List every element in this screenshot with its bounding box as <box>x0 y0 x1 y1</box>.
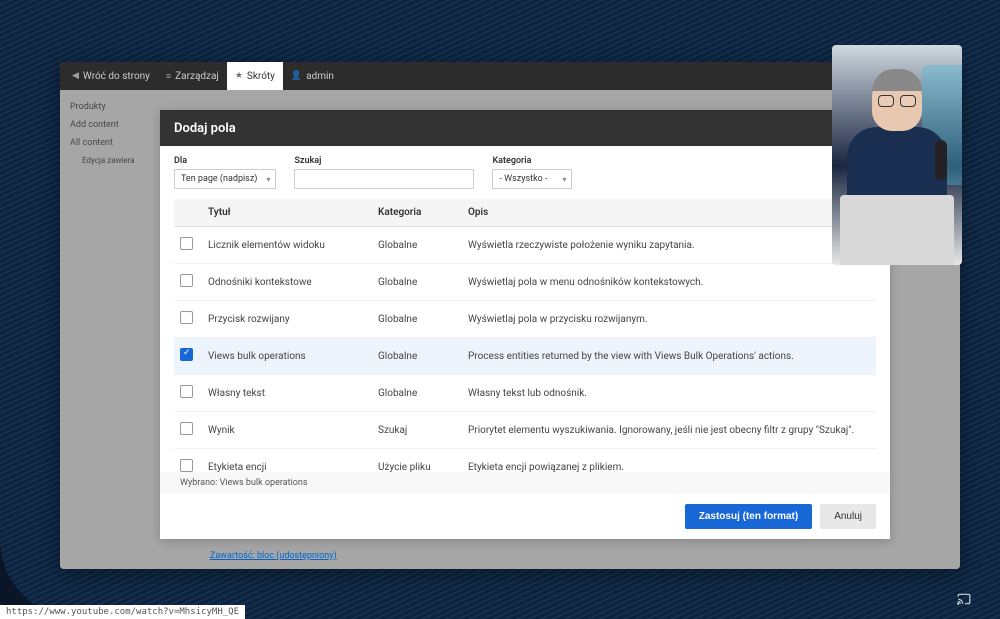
row-title: Odnośniki kontekstowe <box>202 264 372 301</box>
header-desc: Opis <box>462 199 876 227</box>
row-desc: Wyświetlaj pola w menu odnośników kontek… <box>462 264 876 301</box>
row-title: Własny tekst <box>202 375 372 412</box>
toolbar-manage[interactable]: ≡ Zarządzaj <box>158 62 227 90</box>
presenter-hair <box>872 69 922 91</box>
modal-header: Dodaj pola × <box>160 110 890 146</box>
row-desc: Priorytet elementu wyszukiwania. Ignorow… <box>462 412 876 449</box>
row-checkbox[interactable] <box>180 459 193 472</box>
row-checkbox[interactable] <box>180 237 193 250</box>
cancel-button[interactable]: Anuluj <box>820 504 876 529</box>
toolbar-user[interactable]: 👤 admin <box>283 62 342 90</box>
filter-category-select[interactable]: - Wszystko - <box>492 169 572 189</box>
row-category: Szukaj <box>372 412 462 449</box>
row-title: Etykieta encji <box>202 449 372 473</box>
presenter-webcam <box>832 45 962 265</box>
row-category: Globalne <box>372 227 462 264</box>
laptop-back <box>840 195 954 265</box>
filter-for-select[interactable]: Ten page (nadpisz) <box>174 169 276 189</box>
admin-body: Produkty Add content All content Edycja … <box>60 90 960 569</box>
microphone-icon <box>935 140 947 180</box>
browser-window: ◀ Wróć do strony ≡ Zarządzaj ★ Skróty 👤 … <box>60 62 960 569</box>
row-checkbox[interactable] <box>180 385 193 398</box>
row-title: Views bulk operations <box>202 338 372 375</box>
row-checkbox[interactable] <box>180 274 193 287</box>
toolbar-manage-label: Zarządzaj <box>175 71 219 82</box>
row-category: Globalne <box>372 301 462 338</box>
add-fields-modal: Dodaj pola × Dla Ten page (nadpisz) Szuk… <box>160 110 890 539</box>
row-desc: Wyświetlaj pola w przycisku rozwijanym. <box>462 301 876 338</box>
content-link[interactable]: Zawartość: bloc (udostępniony) <box>210 551 337 561</box>
modal-filters: Dla Ten page (nadpisz) Szukaj Kategoria … <box>160 146 890 199</box>
row-desc: Wyświetla rzeczywiste położenie wyniku z… <box>462 227 876 264</box>
status-url: https://www.youtube.com/watch?v=MhsicyMH… <box>0 605 245 619</box>
fields-table-wrap: Tytuł Kategoria Opis Licznik elementów w… <box>160 199 890 472</box>
toolbar-shortcuts[interactable]: ★ Skróty <box>227 62 283 90</box>
table-row[interactable]: Odnośniki kontekstowe Globalne Wyświetla… <box>174 264 876 301</box>
row-desc: Własny tekst lub odnośnik. <box>462 375 876 412</box>
filter-search-label: Szukaj <box>294 156 474 166</box>
back-icon: ◀ <box>72 71 79 81</box>
row-title: Licznik elementów widoku <box>202 227 372 264</box>
toolbar-back[interactable]: ◀ Wróć do strony <box>64 62 158 90</box>
admin-toolbar: ◀ Wróć do strony ≡ Zarządzaj ★ Skróty 👤 … <box>60 62 960 90</box>
selected-summary: Wybrano: Views bulk operations <box>160 472 890 494</box>
presenter-head <box>872 73 922 131</box>
table-row[interactable]: Własny tekst Globalne Własny tekst lub o… <box>174 375 876 412</box>
table-row[interactable]: Wynik Szukaj Priorytet elementu wyszukiw… <box>174 412 876 449</box>
row-checkbox[interactable] <box>180 348 193 361</box>
table-row[interactable]: Przycisk rozwijany Globalne Wyświetlaj p… <box>174 301 876 338</box>
modal-footer: Zastosuj (ten format) Anuluj <box>160 494 890 539</box>
glasses-icon <box>878 95 916 107</box>
toolbar-shortcuts-label: Skróty <box>247 71 275 82</box>
menu-icon: ≡ <box>166 71 171 82</box>
table-row[interactable]: Views bulk operations Globalne Process e… <box>174 338 876 375</box>
toolbar-user-label: admin <box>306 71 334 82</box>
user-icon: 👤 <box>291 71 302 81</box>
row-title: Przycisk rozwijany <box>202 301 372 338</box>
header-title: Tytuł <box>202 199 372 227</box>
row-checkbox[interactable] <box>180 422 193 435</box>
filter-category-label: Kategoria <box>492 156 572 166</box>
table-row[interactable]: Licznik elementów widoku Globalne Wyświe… <box>174 227 876 264</box>
row-checkbox[interactable] <box>180 311 193 324</box>
apply-button[interactable]: Zastosuj (ten format) <box>685 504 812 529</box>
toolbar-back-label: Wróć do strony <box>83 71 150 82</box>
row-category: Globalne <box>372 375 462 412</box>
modal-title: Dodaj pola <box>174 121 236 136</box>
row-desc: Etykieta encji powiązanej z plikiem. <box>462 449 876 473</box>
row-category: Globalne <box>372 338 462 375</box>
row-category: Użycie pliku <box>372 449 462 473</box>
row-category: Globalne <box>372 264 462 301</box>
search-input[interactable] <box>294 169 474 189</box>
filter-for-label: Dla <box>174 156 276 166</box>
fields-table: Tytuł Kategoria Opis Licznik elementów w… <box>174 199 876 472</box>
header-category: Kategoria <box>372 199 462 227</box>
row-title: Wynik <box>202 412 372 449</box>
row-desc: Process entities returned by the view wi… <box>462 338 876 375</box>
star-icon: ★ <box>235 71 243 81</box>
table-row[interactable]: Etykieta encji Użycie pliku Etykieta enc… <box>174 449 876 473</box>
cast-icon[interactable] <box>956 591 972 605</box>
